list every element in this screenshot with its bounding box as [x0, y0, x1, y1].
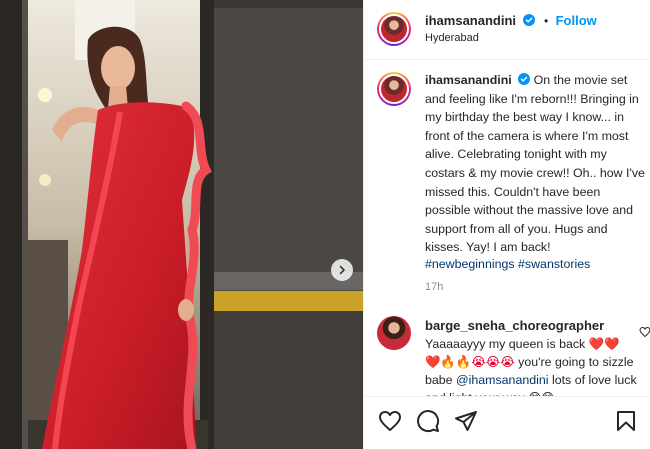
post-photo: [0, 0, 363, 449]
separator-dot: •: [543, 14, 549, 28]
hashtag-link[interactable]: #swanstories: [518, 257, 590, 271]
follow-button[interactable]: Follow: [556, 13, 597, 28]
post-header: ihamsanandini • Follow Hyderabad: [364, 0, 650, 60]
post-side-panel: ihamsanandini • Follow Hyderabad ihamsan…: [363, 0, 650, 449]
comment-mention[interactable]: @ihamsanandini: [456, 373, 548, 387]
hashtag-list: #newbeginnings #swanstories: [425, 257, 590, 271]
post-image: [0, 0, 363, 449]
share-icon[interactable]: [454, 409, 478, 433]
bookmark-icon[interactable]: [614, 409, 638, 433]
hashtag-link[interactable]: #newbeginnings: [425, 257, 515, 271]
caption-username[interactable]: ihamsanandini: [425, 73, 512, 87]
next-image-button[interactable]: [331, 259, 353, 281]
location-label[interactable]: Hyderabad: [425, 32, 479, 44]
verified-badge-icon: [518, 73, 531, 85]
caption-avatar[interactable]: [377, 72, 411, 106]
comment-emoji: ❤️🔥🔥😭😭😭: [425, 355, 515, 369]
avatar[interactable]: [377, 12, 411, 46]
commenter-username[interactable]: barge_sneha_choreographer: [425, 318, 604, 333]
verified-badge-icon: [523, 14, 536, 26]
heart-icon[interactable]: [378, 409, 402, 433]
comment-emoji: ❤️❤️: [588, 337, 620, 351]
commenter-avatar[interactable]: [377, 316, 411, 350]
comment-like-icon[interactable]: [639, 326, 650, 338]
caption-text: On the movie set and feeling like I'm re…: [425, 73, 645, 255]
comment-icon[interactable]: [416, 409, 440, 433]
post-caption: ihamsanandini On the movie set and feeli…: [425, 71, 645, 257]
chevron-right-icon: [339, 265, 345, 275]
comment-line: Yaaaaayyy my queen is back: [425, 337, 586, 351]
comment-text: barge_sneha_choreographer Yaaaaayyy my q…: [425, 317, 637, 407]
action-bar: [364, 396, 650, 449]
header-username[interactable]: ihamsanandini: [425, 13, 516, 28]
post-timestamp[interactable]: 17h: [425, 281, 443, 293]
